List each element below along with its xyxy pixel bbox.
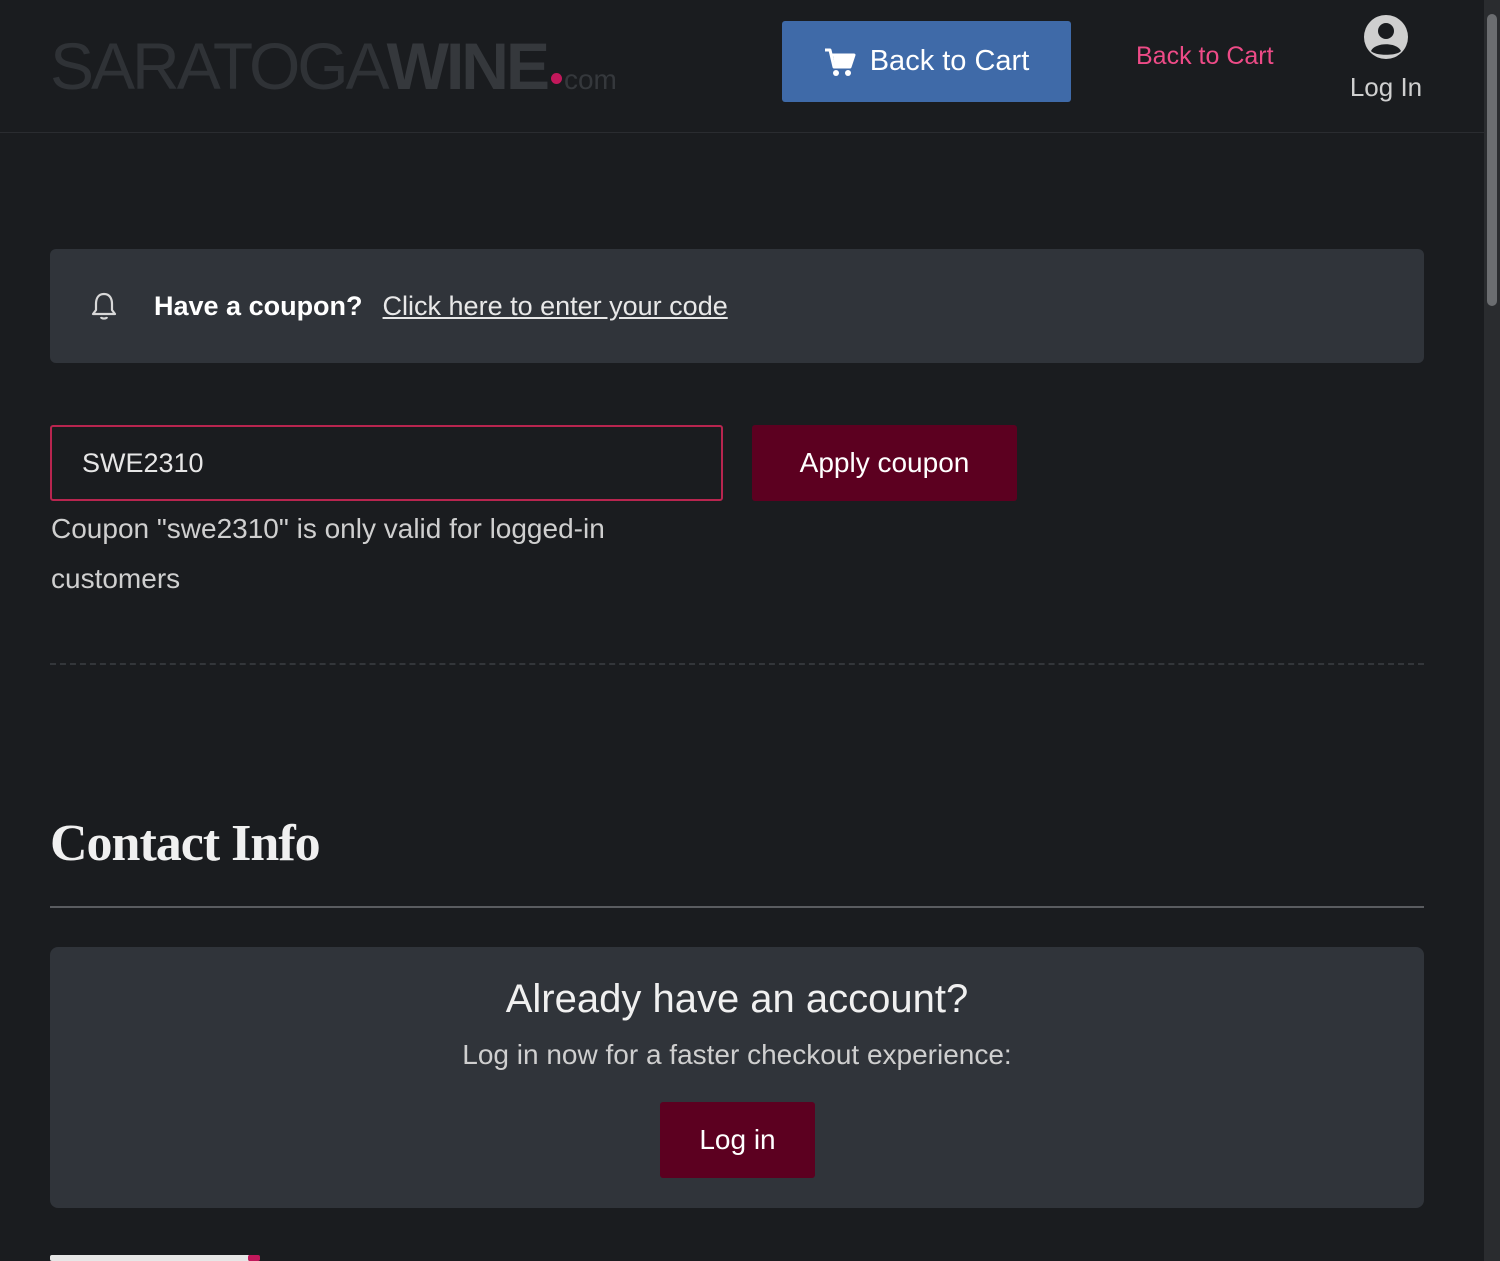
back-to-cart-button[interactable]: Back to Cart [782,21,1071,102]
bell-icon [91,292,117,320]
login-prompt-box: Already have an account? Log in now for … [50,947,1424,1208]
back-to-cart-button-label: Back to Cart [869,45,1030,77]
logo-text-saratoga: SARATOGA [50,29,390,103]
login-prompt-title: Already have an account? [505,977,969,1021]
cart-icon [824,48,856,76]
back-to-cart-link[interactable]: Back to Cart [1136,42,1274,71]
contact-info-title: Contact Info [50,815,321,872]
header-login-link[interactable]: Log In [1345,14,1427,103]
coupon-notice: Have a coupon? Click here to enter your … [50,249,1424,363]
apply-coupon-button[interactable]: Apply coupon [752,425,1017,501]
page-scrollbar[interactable] [1484,0,1500,1261]
checkout-page: SARATOGA WINE com Back to Cart Back to C… [0,0,1500,1261]
site-header: SARATOGA WINE com Back to Cart Back to C… [0,0,1484,133]
header-login-label: Log In [1349,72,1423,102]
email-field-label-cutoff [50,1246,310,1261]
coupon-code-input[interactable] [50,425,723,501]
site-logo[interactable]: SARATOGA WINE com [50,28,617,103]
user-circle-icon [1364,15,1408,59]
logo-text-com: com [563,64,617,95]
required-marker [248,1255,260,1261]
label-text-fragment [50,1255,250,1261]
enter-coupon-link[interactable]: Click here to enter your code [383,291,728,322]
coupon-question: Have a coupon? [154,290,363,321]
coupon-error-message: Coupon "swe2310" is only valid for logge… [51,513,605,594]
login-button[interactable]: Log in [660,1102,815,1178]
section-divider [50,663,1424,665]
logo-text-wine: WINE [386,29,550,103]
login-prompt-subtitle: Log in now for a faster checkout experie… [462,1039,1012,1070]
contact-info-rule [50,906,1424,908]
scrollbar-thumb[interactable] [1487,14,1497,306]
logo-dot [550,73,562,84]
